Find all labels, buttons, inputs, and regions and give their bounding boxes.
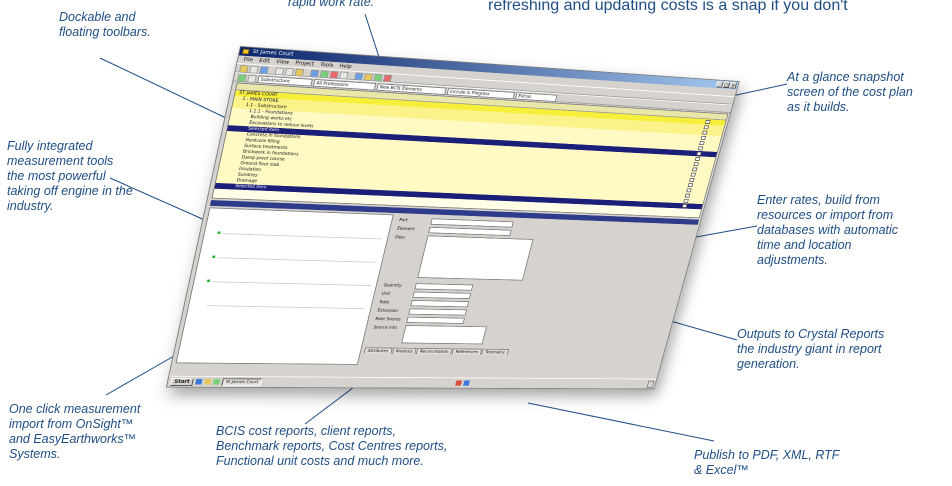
row-include-checkbox[interactable] [689, 178, 695, 182]
part-field[interactable] [430, 218, 513, 227]
extension-field[interactable] [408, 308, 467, 315]
menu-edit[interactable]: Edit [258, 57, 270, 65]
tab-telemetry[interactable]: Telemetry [481, 349, 508, 355]
row-include-checkbox[interactable] [686, 188, 692, 192]
leader-publish [528, 403, 714, 441]
callout-rates: Enter rates, build from resources or imp… [757, 193, 898, 268]
row-include-checkbox[interactable] [688, 183, 694, 187]
callout-bcis: BCIS cost reports, client reports, Bench… [216, 424, 447, 469]
source-info-field[interactable] [401, 325, 487, 344]
element-field[interactable] [428, 227, 511, 236]
chart-icon[interactable] [354, 73, 364, 81]
row-include-checkbox[interactable] [692, 167, 698, 171]
description-field[interactable] [417, 235, 533, 280]
row-include-checkbox[interactable] [699, 141, 705, 145]
close-icon[interactable]: × [729, 82, 737, 89]
rate-source-field[interactable] [406, 317, 465, 324]
tick-icon[interactable] [373, 74, 383, 82]
add-icon[interactable] [237, 74, 247, 82]
row-include-checkbox[interactable] [701, 136, 707, 140]
find-icon[interactable] [310, 70, 320, 78]
measure-point [212, 256, 215, 258]
row-include-checkbox[interactable] [705, 120, 711, 124]
window-title: St James Court [252, 49, 294, 58]
measurement-pane[interactable] [176, 207, 394, 364]
label-desc: Desc [395, 235, 406, 240]
rate-field[interactable] [410, 300, 469, 307]
label-extension: Extension [377, 309, 399, 314]
tray-clock [647, 380, 655, 387]
unit-field[interactable] [412, 292, 471, 299]
copy-icon[interactable] [284, 68, 294, 76]
callout-crystal: Outputs to Crystal Reports the industry … [737, 327, 884, 372]
measure-point [207, 280, 210, 282]
delete-icon[interactable] [329, 71, 339, 79]
label-part: Part [399, 218, 408, 223]
app-icon [242, 49, 250, 55]
window-controls: _ □ × [716, 81, 737, 88]
indent-icon[interactable] [247, 75, 257, 83]
row-include-checkbox[interactable] [696, 152, 702, 156]
folder-icon[interactable] [364, 73, 374, 81]
cut-icon[interactable] [275, 67, 285, 75]
menu-tools[interactable]: Tools [319, 61, 334, 69]
stop-icon[interactable] [383, 75, 393, 83]
paste-icon[interactable] [294, 69, 304, 77]
row-include-checkbox[interactable] [683, 199, 689, 203]
row-include-checkbox[interactable] [693, 162, 699, 166]
row-include-checkbox[interactable] [685, 194, 691, 198]
report-icon[interactable] [339, 72, 349, 80]
label-unit: Unit [381, 292, 391, 297]
headline-text: refreshing and updating costs is a snap … [488, 0, 848, 15]
detail-tabs: Attributes Analysis Reconciliation Refer… [364, 347, 509, 355]
menu-help[interactable]: Help [339, 62, 353, 70]
row-include-checkbox[interactable] [698, 146, 704, 150]
windows-taskbar: Start St James Court [167, 376, 658, 389]
label-rate-source: Rate Source [375, 317, 401, 322]
quicklaunch-ie-icon[interactable] [195, 379, 202, 384]
lower-panel: Part Element Desc Quantity Unit Rate Ext… [175, 207, 697, 370]
label-source-info: Source Info [373, 325, 398, 330]
app-screenshot: St James Court _ □ × File Edit View Proj… [166, 46, 740, 389]
callout-oneclick: One click measurement import from OnSigh… [9, 402, 140, 462]
label-quantity: Quantity [383, 283, 402, 288]
item-detail-form: Part Element Desc Quantity Unit Rate Ext… [366, 215, 698, 350]
save-icon[interactable] [249, 66, 259, 74]
refresh-icon[interactable] [319, 70, 329, 78]
tab-reconciliation[interactable]: Reconciliation [416, 348, 452, 354]
tab-references[interactable]: References [452, 348, 482, 354]
label-element: Element [397, 227, 416, 232]
row-include-checkbox[interactable] [702, 131, 708, 135]
measure-point [217, 231, 220, 234]
menu-project[interactable]: Project [295, 59, 315, 68]
row-include-checkbox[interactable] [703, 125, 709, 129]
callout-rapid: rapid work rate. [288, 0, 374, 10]
callout-toolbars: Dockable and floating toolbars. [59, 10, 151, 40]
print-icon[interactable] [259, 66, 269, 74]
tab-analysis[interactable]: Analysis [392, 348, 417, 354]
quicklaunch-folder-icon[interactable] [204, 379, 211, 384]
tray-icon [455, 380, 462, 385]
row-include-checkbox[interactable] [695, 157, 701, 161]
label-rate: Rate [379, 300, 390, 305]
row-include-checkbox[interactable] [682, 204, 688, 208]
open-icon[interactable] [239, 65, 249, 73]
callout-snapshot: At a glance snapshot screen of the cost … [787, 70, 913, 115]
quantity-field[interactable] [414, 283, 473, 290]
callout-publish: Publish to PDF, XML, RTF & Excel™ [694, 448, 839, 478]
taskbar-window-button[interactable]: St James Court [221, 378, 262, 386]
menu-view[interactable]: View [275, 58, 290, 66]
tray-network-icon [463, 380, 470, 385]
quicklaunch-app-icon[interactable] [213, 379, 220, 384]
menu-file[interactable]: File [243, 56, 254, 64]
callout-measurement: Fully integrated measurement tools the m… [7, 139, 133, 214]
leader-oneclick [106, 356, 174, 395]
tab-attributes[interactable]: Attributes [364, 347, 393, 353]
start-button[interactable]: Start [170, 378, 194, 386]
row-include-checkbox[interactable] [690, 173, 696, 177]
